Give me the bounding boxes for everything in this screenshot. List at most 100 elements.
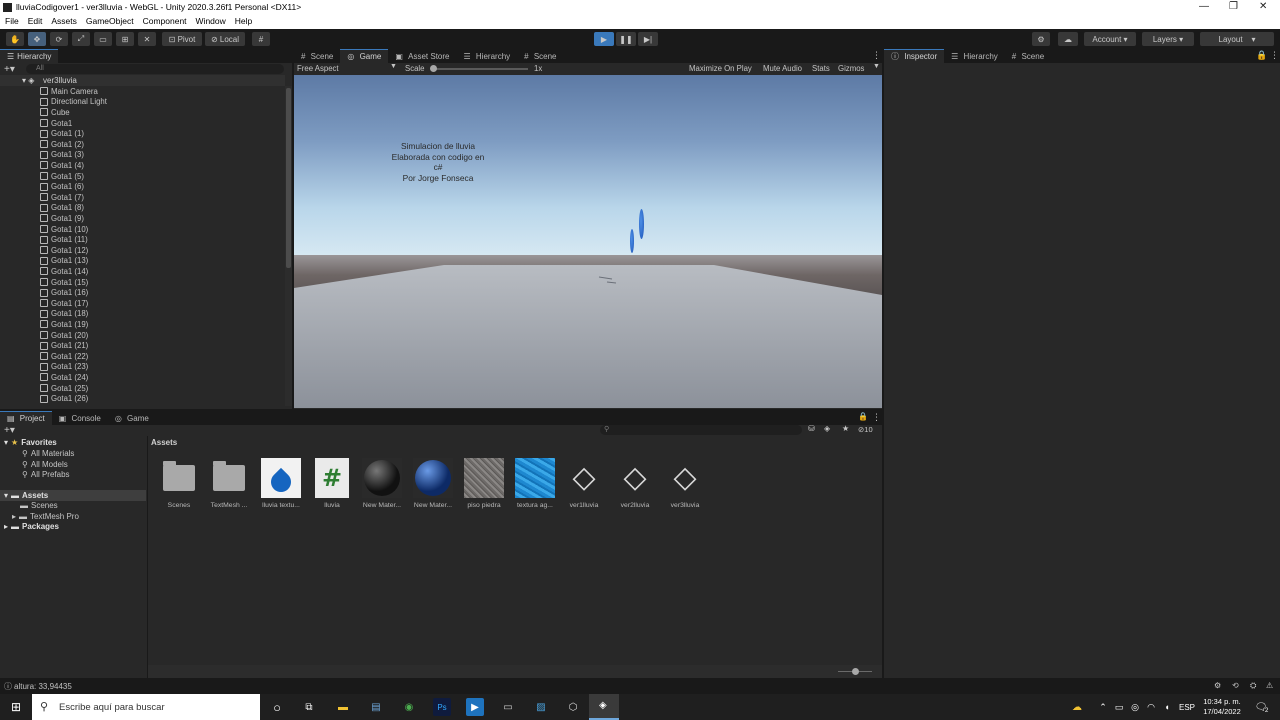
asset-item[interactable]: piso piedra: [461, 458, 507, 509]
menu-component[interactable]: Component: [138, 15, 191, 29]
close-icon[interactable]: ✕: [1259, 1, 1267, 12]
unity-hub-icon[interactable]: ⬡: [564, 698, 582, 716]
menu-gameobject[interactable]: GameObject: [81, 15, 138, 29]
pivot-toggle[interactable]: ⊡ Pivot: [162, 32, 202, 46]
asset-item[interactable]: lluvia textu...: [258, 458, 304, 509]
scale-tool-icon[interactable]: ⤢: [72, 32, 90, 46]
fav-all-materials[interactable]: ⚲ All Materials: [22, 449, 74, 458]
tab-asset-store[interactable]: ▣ Asset Store: [388, 49, 456, 63]
speaker-icon[interactable]: ◖: [1158, 698, 1176, 716]
panel-menu-icon[interactable]: ⋮: [872, 50, 881, 61]
rotate-tool-icon[interactable]: ⟳: [50, 32, 68, 46]
asset-item[interactable]: ◇ ver1lluvia: [561, 458, 607, 510]
hierarchy-item[interactable]: Gota1 (13): [40, 256, 88, 267]
task-view-icon[interactable]: ⧉: [300, 698, 318, 716]
hierarchy-item[interactable]: Gota1 (26): [40, 393, 88, 404]
hierarchy-search-input[interactable]: All: [26, 64, 284, 74]
hierarchy-item[interactable]: Gota1 (16): [40, 287, 88, 298]
windows-start-icon[interactable]: ⊞: [7, 698, 25, 716]
asset-item[interactable]: New Mater...: [410, 458, 456, 509]
filter-type-icon[interactable]: ⛁: [808, 424, 815, 433]
fav-all-models[interactable]: ⚲ All Models: [22, 460, 68, 469]
tab-console[interactable]: ▣ Console: [52, 411, 108, 425]
hierarchy-item[interactable]: Gota1 (9): [40, 213, 84, 224]
weather-icon[interactable]: ☁: [1068, 698, 1086, 716]
mute-audio-toggle[interactable]: Mute Audio: [763, 64, 802, 73]
clock[interactable]: 10:34 p. m. 17/04/2022: [1200, 697, 1244, 717]
asset-item[interactable]: # lluvia: [309, 458, 355, 509]
fav-all-prefabs[interactable]: ⚲ All Prefabs: [22, 470, 70, 479]
hierarchy-item[interactable]: Gota1 (12): [40, 245, 88, 256]
menu-window[interactable]: Window: [191, 15, 230, 29]
media-player-icon[interactable]: ▶: [466, 698, 484, 716]
hierarchy-item[interactable]: Gota1 (11): [40, 234, 88, 245]
hierarchy-item[interactable]: Directional Light: [40, 97, 107, 108]
collab-icon[interactable]: ⚙: [1032, 32, 1050, 46]
asset-item[interactable]: ◇ ver3lluvia: [662, 458, 708, 510]
minimize-icon[interactable]: —: [1199, 1, 1209, 12]
custom-tool-icon[interactable]: ✕: [138, 32, 156, 46]
taskbar-search-input[interactable]: ⚲ Escribe aquí para buscar: [32, 694, 260, 720]
menu-help[interactable]: Help: [230, 15, 256, 29]
cloud-icon[interactable]: ☁: [1058, 32, 1078, 46]
hierarchy-item[interactable]: Gota1 (21): [40, 340, 88, 351]
menu-assets[interactable]: Assets: [46, 15, 81, 29]
hand-tool-icon[interactable]: ✋: [6, 32, 24, 46]
grid-snap-icon[interactable]: #: [252, 32, 270, 46]
hierarchy-item[interactable]: Gota1 (22): [40, 351, 88, 362]
lock-icon[interactable]: 🔒: [1256, 50, 1267, 61]
assets-node[interactable]: ▾ ▬ Assets: [4, 491, 48, 500]
scale-slider[interactable]: [430, 65, 528, 72]
status-message[interactable]: altura: 33,94435: [14, 682, 72, 691]
hierarchy-item[interactable]: Gota1 (20): [40, 330, 88, 341]
project-search-input[interactable]: ⚲: [600, 425, 802, 435]
layout-dropdown[interactable]: Layout ▾: [1200, 32, 1274, 46]
hierarchy-item[interactable]: Gota1 (3): [40, 150, 84, 161]
asset-item[interactable]: New Mater...: [359, 458, 405, 509]
tab-game[interactable]: ◎ Game: [340, 49, 389, 63]
hierarchy-item[interactable]: Gota1 (15): [40, 277, 88, 288]
file-explorer-icon[interactable]: ▬: [334, 698, 352, 716]
store-icon[interactable]: ▤: [367, 698, 385, 716]
tab-game-2[interactable]: ◎ Game: [108, 411, 156, 425]
app-icon[interactable]: ▭: [499, 698, 517, 716]
hierarchy-item[interactable]: Gota1 (14): [40, 266, 88, 277]
project-add-icon[interactable]: +▾: [4, 425, 15, 436]
hierarchy-item[interactable]: Gota1: [40, 118, 72, 129]
photoshop-icon[interactable]: Ps: [433, 698, 451, 716]
tab-scene-2[interactable]: # Scene: [517, 49, 563, 63]
hidden-count-badge[interactable]: ⊘10: [858, 425, 873, 434]
tab-hierarchy-2[interactable]: ☰ Hierarchy: [457, 49, 518, 63]
play-button[interactable]: ▶: [594, 32, 614, 46]
tab-hierarchy[interactable]: ☰ Hierarchy: [0, 49, 59, 63]
hierarchy-item[interactable]: Gota1 (25): [40, 383, 88, 394]
breadcrumb-assets[interactable]: Assets: [151, 438, 177, 447]
hierarchy-item[interactable]: Gota1 (18): [40, 309, 88, 320]
hierarchy-item[interactable]: Gota1 (23): [40, 362, 88, 373]
rect-tool-icon[interactable]: ▭: [94, 32, 112, 46]
layers-dropdown[interactable]: Layers ▾: [1142, 32, 1194, 46]
pause-button[interactable]: ❚❚: [616, 32, 636, 46]
favorites-node[interactable]: ▾ ★ Favorites: [4, 438, 57, 447]
asset-item[interactable]: textura ag...: [512, 458, 558, 509]
hierarchy-item[interactable]: Gota1 (5): [40, 171, 84, 182]
step-button[interactable]: ▶|: [638, 32, 658, 46]
filter-label-icon[interactable]: ◈: [824, 424, 830, 433]
restore-icon[interactable]: ❐: [1229, 1, 1238, 12]
add-icon[interactable]: +▾: [4, 64, 15, 75]
scrollbar-thumb[interactable]: [286, 88, 291, 268]
aspect-dropdown[interactable]: Free Aspect: [297, 64, 339, 73]
hierarchy-item[interactable]: Gota1 (2): [40, 139, 84, 150]
tab-scene-3[interactable]: # Scene: [1005, 49, 1051, 63]
chrome-icon[interactable]: ◉: [400, 698, 418, 716]
tab-hierarchy-3[interactable]: ☰ Hierarchy: [944, 49, 1005, 63]
tab-scene[interactable]: # Scene: [294, 49, 340, 63]
folder-scenes[interactable]: ▬ Scenes: [20, 501, 58, 510]
tab-project[interactable]: ▤ Project: [0, 411, 52, 425]
hierarchy-item[interactable]: Cube: [40, 107, 70, 118]
hierarchy-item[interactable]: Gota1 (17): [40, 298, 88, 309]
game-viewport[interactable]: Simulacion de lluvia Elaborada con codig…: [294, 75, 882, 408]
hierarchy-item[interactable]: Main Camera: [40, 86, 98, 97]
hierarchy-item[interactable]: Gota1 (4): [40, 160, 84, 171]
hierarchy-item[interactable]: Gota1 (10): [40, 224, 88, 235]
